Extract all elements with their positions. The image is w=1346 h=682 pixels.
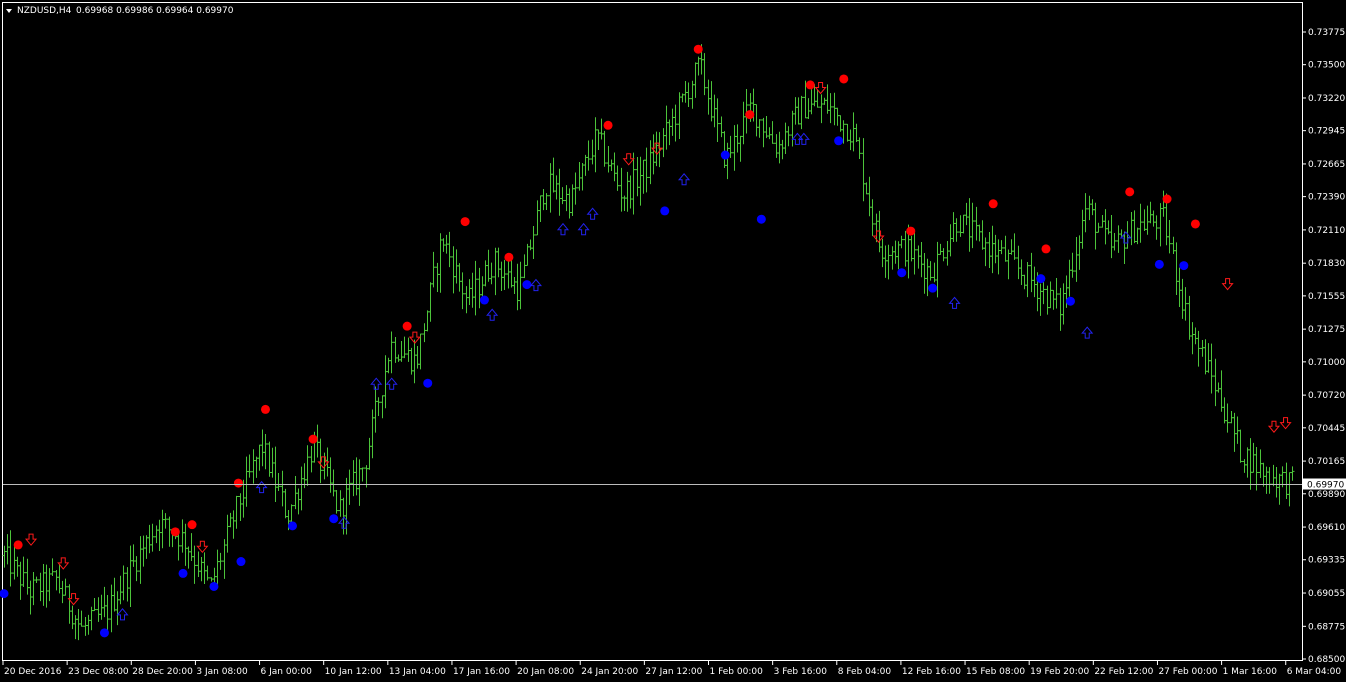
sell-dot-icon	[988, 199, 998, 209]
sell-dot-icon	[308, 434, 318, 444]
price-tag-label: 0.69970	[1307, 481, 1344, 491]
x-tick-label: 6 Mar 04:00	[1287, 667, 1342, 677]
y-tick-label: 0.68500	[1308, 655, 1345, 665]
buy-dot-icon	[834, 136, 844, 146]
x-tick-label: 28 Dec 20:00	[132, 667, 193, 677]
y-tick-label: 0.73775	[1308, 28, 1345, 38]
y-tick-label: 0.69335	[1308, 556, 1345, 566]
x-tick-label: 1 Mar 16:00	[1223, 667, 1278, 677]
buy-dot-icon	[1036, 274, 1046, 284]
x-tick-label: 20 Jan 08:00	[517, 667, 574, 677]
buy-dot-icon	[236, 557, 246, 567]
x-tick-label: 13 Jan 04:00	[389, 667, 446, 677]
sell-dot-icon	[504, 252, 514, 262]
y-tick-label: 0.72665	[1308, 160, 1345, 170]
sell-dot-icon	[839, 74, 849, 84]
y-tick-label: 0.70720	[1308, 391, 1345, 401]
x-tick-label: 3 Feb 16:00	[774, 667, 828, 677]
y-tick-label: 0.72945	[1308, 127, 1345, 137]
buy-dot-icon	[209, 581, 219, 591]
sell-dot-icon	[745, 110, 755, 120]
buy-dot-icon	[660, 206, 670, 216]
x-tick-label: 8 Feb 04:00	[838, 667, 892, 677]
y-tick-label: 0.72110	[1308, 226, 1345, 236]
sell-dot-icon	[693, 44, 703, 54]
x-tick-label: 3 Jan 08:00	[196, 667, 248, 677]
y-tick-label: 0.71830	[1308, 259, 1345, 269]
y-tick-label: 0.73220	[1308, 94, 1345, 104]
sell-dot-icon	[603, 120, 613, 130]
price-chart[interactable]: NZDUSD,H4 0.69968 0.69986 0.69964 0.6997…	[0, 0, 1346, 682]
buy-dot-icon	[178, 568, 188, 578]
y-tick-label: 0.71000	[1308, 358, 1345, 368]
buy-dot-icon	[99, 628, 109, 638]
x-tick-label: 27 Feb 00:00	[1158, 667, 1217, 677]
buy-dot-icon	[1065, 296, 1075, 306]
sell-dot-icon	[460, 217, 470, 227]
sell-dot-icon	[1162, 194, 1172, 204]
buy-dot-icon	[928, 283, 938, 293]
y-tick-label: 0.69610	[1308, 523, 1345, 533]
sell-dot-icon	[187, 520, 197, 530]
sell-dot-icon	[233, 478, 243, 488]
sell-dot-icon	[402, 321, 412, 331]
buy-dot-icon	[1154, 259, 1164, 269]
y-tick-label: 0.72390	[1308, 193, 1345, 203]
y-tick-label: 0.70445	[1308, 424, 1345, 434]
x-tick-label: 15 Feb 08:00	[966, 667, 1025, 677]
symbol-label: NZDUSD,H4	[17, 6, 72, 16]
buy-dot-icon	[423, 378, 433, 388]
sell-dot-icon	[1125, 187, 1135, 197]
buy-dot-icon	[897, 268, 907, 278]
y-tick-label: 0.68775	[1308, 622, 1345, 632]
x-tick-label: 17 Jan 16:00	[453, 667, 510, 677]
y-tick-label: 0.71555	[1308, 292, 1345, 302]
buy-dot-icon	[522, 280, 532, 290]
y-tick-label: 0.69890	[1308, 490, 1345, 500]
buy-dot-icon	[329, 514, 339, 524]
x-tick-label: 27 Jan 12:00	[645, 667, 702, 677]
y-tick-label: 0.69055	[1308, 589, 1345, 599]
y-tick-label: 0.71275	[1308, 325, 1345, 335]
x-tick-label: 23 Dec 08:00	[68, 667, 129, 677]
buy-dot-icon	[1179, 261, 1189, 271]
y-tick-label: 0.73500	[1308, 61, 1345, 71]
x-tick-label: 1 Feb 00:00	[710, 667, 764, 677]
sell-dot-icon	[260, 404, 270, 414]
x-tick-label: 6 Jan 00:00	[261, 667, 313, 677]
sell-dot-icon	[13, 540, 23, 550]
sell-dot-icon	[805, 80, 815, 90]
x-tick-label: 19 Feb 20:00	[1030, 667, 1089, 677]
buy-dot-icon	[288, 521, 298, 531]
x-tick-label: 20 Dec 2016	[4, 667, 62, 677]
x-tick-label: 22 Feb 12:00	[1094, 667, 1153, 677]
x-tick-label: 24 Jan 20:00	[581, 667, 638, 677]
chart-header: NZDUSD,H4 0.69968 0.69986 0.69964 0.6997…	[6, 6, 234, 16]
sell-dot-icon	[1041, 244, 1051, 254]
x-tick-label: 12 Feb 16:00	[902, 667, 961, 677]
sell-dot-icon	[906, 226, 916, 236]
sell-dot-icon	[1190, 219, 1200, 229]
sell-dot-icon	[170, 527, 180, 537]
current-price-tag: 0.69970	[1303, 478, 1346, 491]
buy-dot-icon	[720, 150, 730, 160]
y-tick-label: 0.70165	[1308, 457, 1345, 467]
buy-dot-icon	[756, 214, 766, 224]
x-tick-label: 10 Jan 12:00	[325, 667, 382, 677]
buy-dot-icon	[479, 295, 489, 305]
ohlc-values: 0.69968 0.69986 0.69964 0.69970	[76, 6, 234, 16]
